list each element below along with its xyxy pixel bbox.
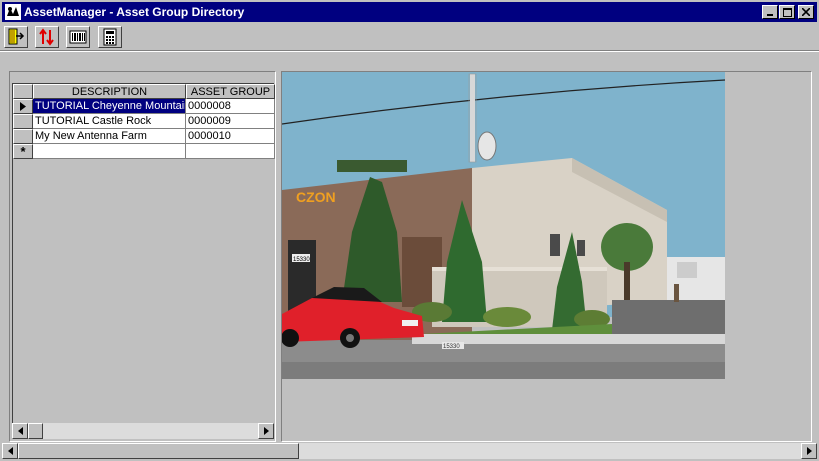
barcode-icon bbox=[69, 30, 87, 44]
cell-asset-group[interactable]: 0000008 bbox=[186, 99, 275, 114]
asset-group-photo: CZON 15330 15330 bbox=[282, 72, 725, 379]
new-cell-description[interactable] bbox=[33, 144, 186, 159]
exit-door-icon bbox=[8, 28, 25, 45]
app-logo-icon bbox=[5, 4, 21, 20]
app-window: AssetManager - Asset Group Directory DES… bbox=[0, 0, 819, 461]
cell-asset-group[interactable]: 0000010 bbox=[186, 129, 275, 144]
table-row[interactable]: TUTORIAL Castle Rock 0000009 bbox=[13, 114, 275, 129]
minimize-button[interactable] bbox=[762, 5, 778, 19]
asset-group-grid: DESCRIPTION ASSET GROUP TUTORIAL Cheyenn… bbox=[12, 83, 275, 427]
grid-horizontal-scrollbar[interactable] bbox=[12, 423, 274, 439]
arrow-right-icon bbox=[806, 447, 812, 455]
window-title: AssetManager - Asset Group Directory bbox=[24, 5, 245, 19]
grid-corner-cell bbox=[13, 84, 33, 99]
toolbar bbox=[0, 24, 819, 50]
toolbar-divider bbox=[0, 50, 819, 52]
row-selector[interactable] bbox=[13, 129, 33, 144]
sort-arrows-icon bbox=[39, 28, 54, 46]
new-cell-asset-group[interactable] bbox=[186, 144, 275, 159]
current-row-indicator[interactable] bbox=[13, 99, 33, 114]
exit-button[interactable] bbox=[4, 26, 28, 48]
new-row-asterisk: * bbox=[20, 144, 26, 159]
calculator-button[interactable] bbox=[98, 26, 122, 48]
arrow-right-icon bbox=[263, 427, 269, 435]
window-scroll-thumb[interactable] bbox=[18, 443, 299, 459]
arrow-left-icon bbox=[17, 427, 23, 435]
grid-scroll-left-button[interactable] bbox=[12, 423, 28, 439]
column-header-description[interactable]: DESCRIPTION bbox=[33, 84, 186, 99]
asset-group-list-panel: DESCRIPTION ASSET GROUP TUTORIAL Cheyenn… bbox=[9, 71, 276, 442]
arrow-left-icon bbox=[7, 447, 13, 455]
new-row-marker[interactable]: * bbox=[13, 144, 33, 159]
window-scroll-left-button[interactable] bbox=[2, 443, 18, 459]
row-selector[interactable] bbox=[13, 114, 33, 129]
window-horizontal-scrollbar[interactable] bbox=[2, 443, 817, 459]
asset-photo-panel: CZON 15330 15330 bbox=[281, 71, 812, 442]
column-header-asset-group[interactable]: ASSET GROUP bbox=[186, 84, 275, 99]
close-icon bbox=[802, 8, 810, 16]
cell-description[interactable]: My New Antenna Farm bbox=[33, 129, 186, 144]
sort-button[interactable] bbox=[35, 26, 59, 48]
table-row[interactable]: My New Antenna Farm 0000010 bbox=[13, 129, 275, 144]
row-pointer-icon bbox=[20, 102, 26, 111]
grid-scroll-thumb[interactable] bbox=[28, 423, 43, 439]
grid-scroll-right-button[interactable] bbox=[258, 423, 274, 439]
table-row[interactable]: TUTORIAL Cheyenne Mountain 0000008 bbox=[13, 99, 275, 114]
cell-asset-group[interactable]: 0000009 bbox=[186, 114, 275, 129]
new-record-row[interactable]: * bbox=[13, 144, 275, 159]
minimize-icon bbox=[767, 14, 773, 16]
maximize-button[interactable] bbox=[779, 5, 795, 19]
grid-header-row: DESCRIPTION ASSET GROUP bbox=[13, 84, 275, 99]
barcode-button[interactable] bbox=[66, 26, 90, 48]
window-scroll-right-button[interactable] bbox=[801, 443, 817, 459]
cell-description[interactable]: TUTORIAL Cheyenne Mountain bbox=[33, 99, 186, 114]
title-bar[interactable]: AssetManager - Asset Group Directory bbox=[2, 2, 817, 22]
close-button[interactable] bbox=[798, 5, 814, 19]
address-sign-text: 15330 bbox=[293, 257, 310, 263]
maximize-icon bbox=[782, 7, 792, 17]
calculator-icon bbox=[103, 28, 117, 46]
cell-description[interactable]: TUTORIAL Castle Rock bbox=[33, 114, 186, 129]
curb-number-text: 15330 bbox=[443, 344, 460, 350]
svg-text:CZON: CZON bbox=[296, 189, 336, 205]
